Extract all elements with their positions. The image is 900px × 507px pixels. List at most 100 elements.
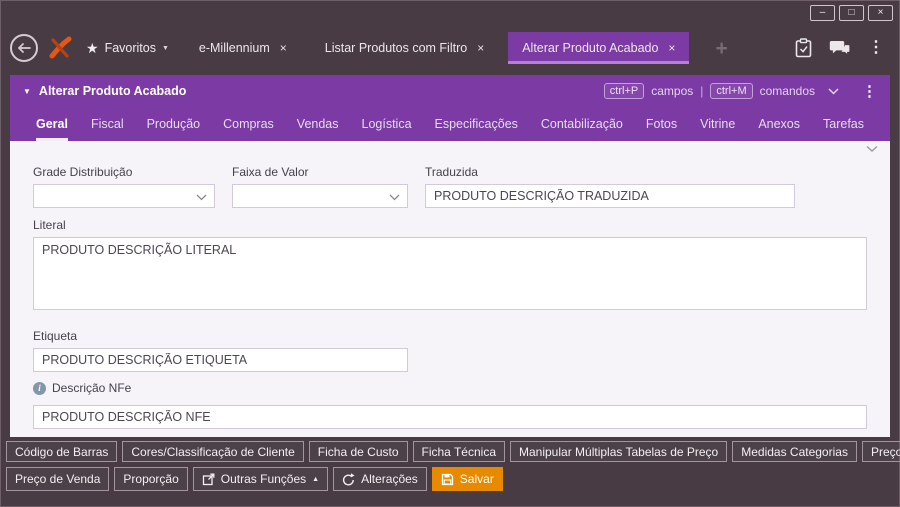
collapse-caret-icon[interactable]: ▼ (23, 87, 31, 96)
favorites-label: Favoritos (104, 41, 156, 55)
tab-logistica[interactable]: Logística (362, 107, 412, 141)
star-icon: ★ (86, 40, 99, 56)
top-navigation-bar: ★ Favoritos ▼ e-Millennium × Listar Prod… (0, 26, 900, 70)
codigo-de-barras-button[interactable]: Código de Barras (6, 441, 118, 462)
tab-producao[interactable]: Produção (147, 107, 201, 141)
etiqueta-input[interactable] (33, 348, 408, 372)
tab-tarefas[interactable]: Tarefas (823, 107, 864, 141)
new-tab-button[interactable]: + (715, 38, 727, 59)
alteracoes-label: Alterações (361, 472, 418, 486)
overflow-menu-icon[interactable]: ⋮ (868, 40, 884, 56)
close-button[interactable]: × (868, 5, 893, 21)
topbar-actions: ⋮ (795, 38, 890, 58)
tab-vitrine[interactable]: Vitrine (700, 107, 735, 141)
tab-e-millennium[interactable]: e-Millennium × (185, 32, 301, 64)
tab-especificacoes[interactable]: Especificações (435, 107, 518, 141)
chevron-up-icon: ▲ (312, 475, 320, 483)
outras-funcoes-button[interactable]: Outras Funções ▲ (192, 467, 329, 491)
close-tab-icon[interactable]: × (280, 42, 287, 54)
footer-row-2: Preço de Venda Proporção Outras Funções … (6, 467, 894, 491)
favorites-menu[interactable]: ★ Favoritos ▼ (86, 41, 169, 55)
close-tab-icon[interactable]: × (668, 42, 675, 54)
tab-listar-produtos[interactable]: Listar Produtos com Filtro × (311, 32, 498, 64)
clipboard-tasks-icon[interactable] (795, 38, 812, 58)
minimize-button[interactable]: – (810, 5, 835, 21)
ficha-de-custo-button[interactable]: Ficha de Custo (308, 441, 408, 462)
tab-label: e-Millennium (198, 41, 270, 55)
tab-compras[interactable]: Compras (223, 107, 274, 141)
alterar-produto-panel: ▼ Alterar Produto Acabado ctrl+P campos … (10, 75, 890, 437)
outras-funcoes-label: Outras Funções (220, 472, 307, 486)
field-grade-distribuicao: Grade Distribuição (33, 165, 215, 208)
tab-alterar-produto-acabado[interactable]: Alterar Produto Acabado × (508, 32, 690, 64)
app-window: { "window_controls": { "minimize": "–", … (0, 0, 900, 507)
ficha-tecnica-button[interactable]: Ficha Técnica (412, 441, 505, 462)
history-refresh-icon (343, 472, 355, 485)
manipular-tabelas-preco-button[interactable]: Manipular Múltiplas Tabelas de Preço (510, 441, 728, 462)
section-collapse-chevron-icon[interactable] (866, 145, 878, 153)
cores-classificacao-button[interactable]: Cores/Classificação de Cliente (122, 441, 304, 462)
tab-fiscal[interactable]: Fiscal (91, 107, 124, 141)
shortcut-key-comandos: ctrl+M (710, 83, 753, 99)
panel-shortcuts: ctrl+P campos | ctrl+M comandos ⋮ (603, 83, 877, 99)
tab-geral[interactable]: Geral (36, 107, 68, 141)
tab-contabilizacao[interactable]: Contabilização (541, 107, 623, 141)
millennium-logo-icon (48, 36, 72, 60)
tab-vendas[interactable]: Vendas (297, 107, 339, 141)
descricao-nfe-input[interactable] (33, 405, 867, 429)
field-etiqueta: Etiqueta (33, 329, 408, 372)
panel-tab-strip: Geral Fiscal Produção Compras Vendas Log… (10, 107, 890, 141)
form-row-1: Grade Distribuição Faixa de Valor Traduz… (33, 165, 867, 208)
browser-tabs: e-Millennium × Listar Produtos com Filtr… (185, 32, 700, 64)
form-content: Grade Distribuição Faixa de Valor Traduz… (10, 141, 890, 437)
tab-label: Listar Produtos com Filtro (324, 41, 468, 55)
shortcut-label-comandos: comandos (759, 84, 815, 98)
field-literal: Literal PRODUTO DESCRIÇÃO LITERAL (33, 218, 867, 315)
salvar-label: Salvar (459, 472, 494, 486)
tab-label: Alterar Produto Acabado (522, 41, 659, 55)
field-label: Descrição NFe (52, 381, 132, 395)
preco-de-custo-button[interactable]: Preço de Custo (861, 441, 900, 462)
chevron-down-icon (389, 194, 400, 201)
shortcut-separator: | (700, 84, 704, 98)
chevron-down-icon: ▼ (161, 44, 169, 52)
alteracoes-button[interactable]: Alterações (333, 467, 427, 491)
field-label: Faixa de Valor (232, 165, 309, 179)
shortcut-key-campos: ctrl+P (603, 83, 645, 99)
field-label: Etiqueta (33, 329, 78, 343)
field-label: Grade Distribuição (33, 165, 133, 179)
back-button[interactable] (10, 34, 38, 62)
salvar-button[interactable]: Salvar (431, 467, 503, 491)
grade-distribuicao-select[interactable] (33, 184, 215, 208)
medidas-categorias-button[interactable]: Medidas Categorias (732, 441, 857, 462)
panel-header: ▼ Alterar Produto Acabado ctrl+P campos … (10, 75, 890, 107)
footer-toolbar: Código de Barras Cores/Classificação de … (6, 441, 900, 491)
panel-title: Alterar Produto Acabado (38, 84, 187, 98)
tab-fotos[interactable]: Fotos (646, 107, 677, 141)
info-icon: i (33, 381, 46, 395)
tab-anexos[interactable]: Anexos (758, 107, 800, 141)
window-titlebar: – □ × (0, 0, 900, 26)
traduzida-input[interactable] (425, 184, 795, 208)
field-label: Literal (33, 218, 66, 232)
chevron-down-icon (196, 194, 207, 201)
field-label: Traduzida (425, 165, 478, 179)
save-floppy-icon (441, 473, 453, 485)
field-descricao-nfe: i Descrição NFe (33, 381, 867, 429)
close-tab-icon[interactable]: × (477, 42, 484, 54)
shortcut-label-campos: campos (651, 84, 694, 98)
footer-row-1: Código de Barras Cores/Classificação de … (6, 441, 900, 462)
maximize-button[interactable]: □ (839, 5, 864, 21)
panel-menu-icon[interactable]: ⋮ (862, 84, 877, 99)
proporcao-button[interactable]: Proporção (114, 467, 188, 491)
faixa-de-valor-select[interactable] (232, 184, 408, 208)
field-traduzida: Traduzida (425, 165, 795, 208)
chat-messages-icon[interactable] (829, 40, 851, 57)
arrow-left-icon (17, 43, 31, 53)
field-faixa-de-valor: Faixa de Valor (232, 165, 408, 208)
window-controls: – □ × (810, 5, 893, 21)
preco-de-venda-button[interactable]: Preço de Venda (6, 467, 110, 491)
literal-textarea[interactable]: PRODUTO DESCRIÇÃO LITERAL (33, 237, 867, 310)
external-link-icon (202, 473, 215, 485)
chevron-down-icon[interactable] (828, 87, 839, 95)
